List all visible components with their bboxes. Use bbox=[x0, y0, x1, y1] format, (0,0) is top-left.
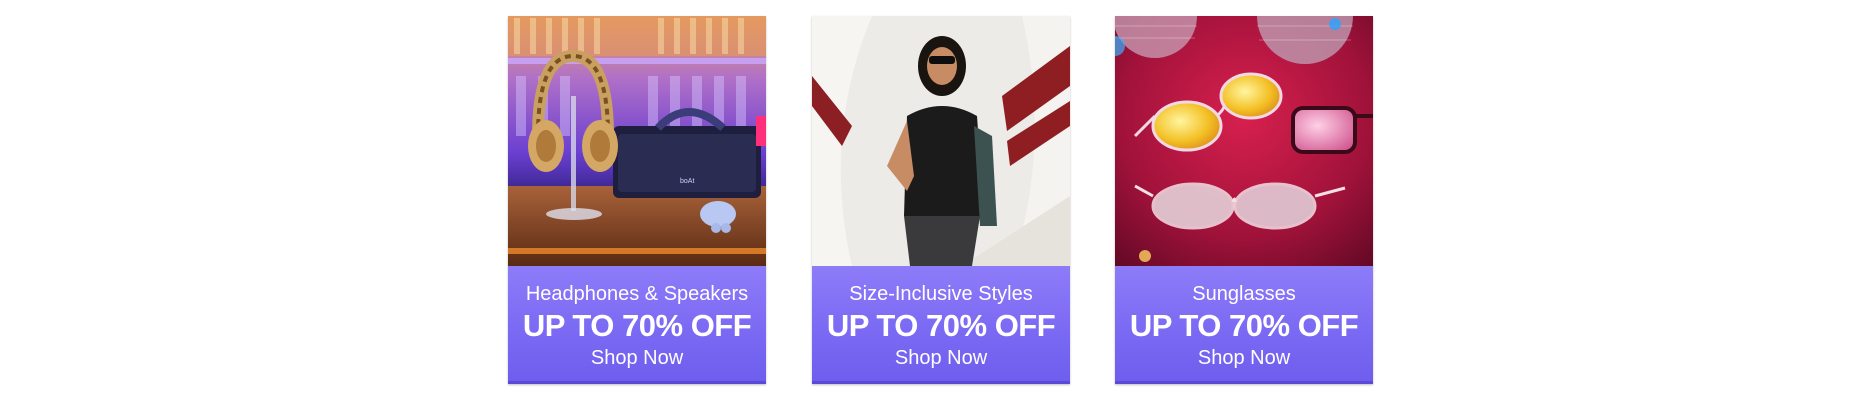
size-inclusive-styles-image[interactable] bbox=[812, 16, 1070, 266]
promo-card-offer: UP TO 70% OFF bbox=[826, 308, 1056, 343]
headphones-speakers-image[interactable]: boAt bbox=[508, 16, 766, 266]
promo-card-offer: UP TO 70% OFF bbox=[522, 308, 752, 343]
promo-card-title: Headphones & Speakers bbox=[525, 283, 749, 305]
promo-card-title: Sunglasses bbox=[1192, 283, 1296, 305]
promo-card-size-inclusive-styles[interactable]: Size-Inclusive Styles UP TO 70% OFF Shop… bbox=[812, 16, 1070, 384]
promo-card-title: Size-Inclusive Styles bbox=[849, 283, 1033, 305]
promo-banner[interactable]: Sunglasses UP TO 70% OFF Shop Now bbox=[1115, 266, 1373, 384]
promo-banner[interactable]: Size-Inclusive Styles UP TO 70% OFF Shop… bbox=[812, 266, 1070, 384]
shop-now-link[interactable]: Shop Now bbox=[812, 346, 1070, 370]
shop-now-link[interactable]: Shop Now bbox=[1115, 346, 1373, 370]
promo-card-sunglasses[interactable]: Sunglasses UP TO 70% OFF Shop Now bbox=[1115, 16, 1373, 384]
shop-now-link[interactable]: Shop Now bbox=[508, 346, 766, 370]
sunglasses-image[interactable] bbox=[1115, 16, 1373, 266]
promo-card-headphones-speakers[interactable]: boAt Headphones & Speakers UP TO 70% OFF… bbox=[508, 16, 766, 384]
svg-text:boAt: boAt bbox=[680, 178, 694, 185]
promo-banner[interactable]: Headphones & Speakers UP TO 70% OFF Shop… bbox=[508, 266, 766, 384]
promo-card-offer: UP TO 70% OFF bbox=[1129, 308, 1359, 343]
promo-card-row: boAt Headphones & Speakers UP TO 70% OFF… bbox=[0, 16, 1870, 384]
